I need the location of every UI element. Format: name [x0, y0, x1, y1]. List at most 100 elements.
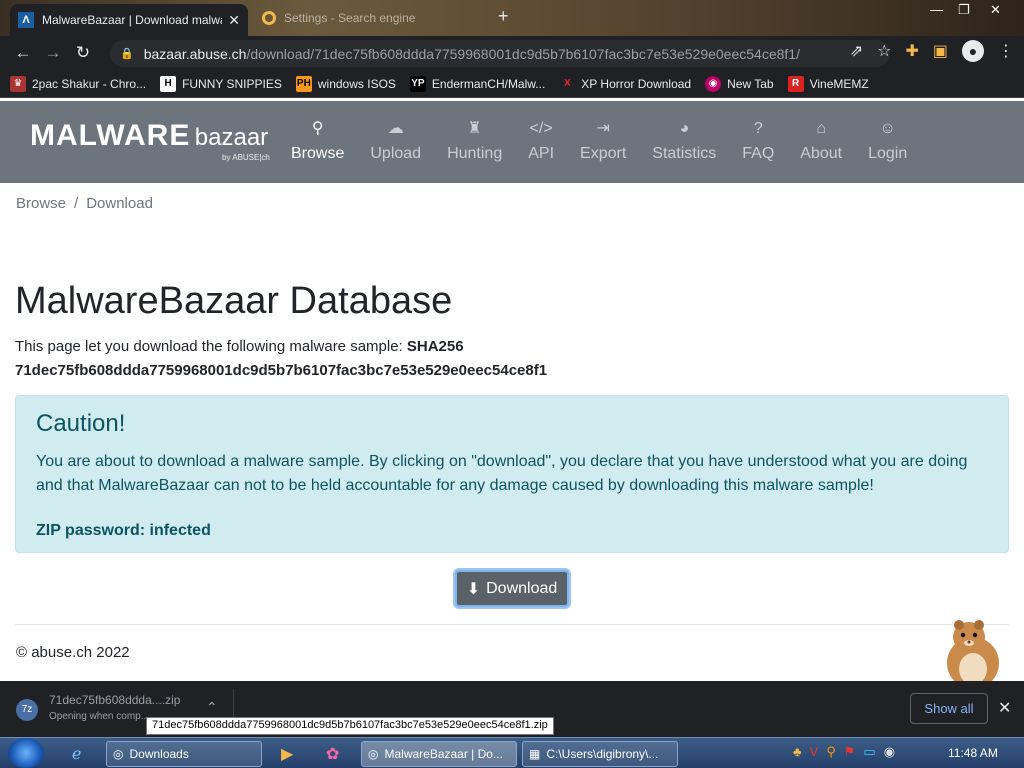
h-logo-icon: H [160, 75, 177, 92]
tray-v-icon[interactable]: V [810, 744, 819, 760]
flag-icon[interactable]: ⚑ [844, 744, 856, 760]
internet-explorer-icon[interactable]: ℯ [72, 744, 81, 764]
tray-app-icon[interactable]: ♣ [793, 744, 802, 760]
breadcrumb-separator: / [74, 195, 79, 212]
nav-label: FAQ [742, 145, 775, 162]
bookmark-label: XP Horror Download [581, 76, 692, 91]
taskbar-malwarebazaar[interactable]: ◎ MalwareBazaar | Do... [361, 741, 517, 767]
x-logo-icon: X [563, 77, 571, 89]
malwarebazaar-logo[interactable]: MALWARE bazaar by ABUSE|ch [30, 119, 270, 162]
site-nav: ⚲ Browse ☁ Upload ♜ Hunting </> API ⇥ Ex… [281, 119, 923, 163]
profile-avatar-icon[interactable]: ● [962, 40, 984, 62]
tab-malwarebazaar[interactable]: Λ MalwareBazaar | Download malware sampl… [10, 4, 248, 36]
nav-login[interactable]: ☺ Login [858, 119, 917, 163]
hunting-icon: ♜ [467, 120, 482, 137]
share-icon[interactable]: ⇗ [850, 41, 863, 61]
nav-label: Export [580, 145, 627, 162]
search-icon: ⚲ [311, 120, 324, 137]
taskbar-label: C:\Users\digibrony\... [546, 747, 659, 761]
bookmark-label: EndermanCH/Malw... [431, 76, 546, 91]
footer-divider [15, 624, 1009, 625]
nav-label: API [528, 145, 555, 162]
taskbar-7zip[interactable]: ▦ C:\Users\digibrony\... [522, 741, 678, 767]
windows-taskbar: ℯ ◎ Downloads ▶ ✿ ◎ MalwareBazaar | Do..… [0, 737, 1024, 768]
intro-text: This page let you download the following… [15, 335, 547, 383]
nav-api[interactable]: </> API [518, 119, 564, 163]
window-close-icon[interactable]: ✕ [990, 2, 1001, 18]
address-bar[interactable]: 🔒 bazaar.abuse.ch /download/71dec75fb608… [110, 40, 890, 67]
hamster-mascot[interactable] [935, 615, 1007, 691]
url-host: bazaar.abuse.ch [143, 45, 247, 62]
question-icon: ? [753, 120, 763, 137]
cloud-upload-icon: ☁ [387, 120, 404, 137]
side-panel-icon[interactable]: ▣ [933, 41, 948, 61]
bookmark-label: windows ISOS [317, 76, 396, 91]
bookmark-windows-isos[interactable]: PH windows ISOS [295, 75, 396, 92]
nav-statistics[interactable]: ◕ Statistics [642, 119, 726, 163]
app-icon[interactable]: ✿ [326, 744, 339, 764]
nav-hunting[interactable]: ♜ Hunting [437, 119, 512, 163]
chevron-up-icon[interactable]: ⌃ [206, 699, 218, 716]
crown-icon: ♛ [10, 75, 26, 92]
extensions-icon[interactable]: ✚ [905, 41, 918, 61]
copyright: © abuse.ch 2022 [16, 644, 130, 661]
url-path: /download/71dec75fb608ddda7759968001dc9d… [246, 45, 800, 62]
tray-search-icon[interactable]: ⚲ [826, 744, 836, 760]
browser-tab-strip: Λ MalwareBazaar | Download malware sampl… [0, 0, 1024, 36]
bookmark-label: 2pac Shakur - Chro... [32, 76, 147, 91]
chrome-icon: ◎ [368, 747, 379, 761]
bookmark-label: New Tab [727, 76, 774, 91]
breadcrumb-browse[interactable]: Browse [16, 195, 66, 212]
zip-password: ZIP password: infected [36, 522, 211, 539]
bookmark-new-tab[interactable]: ◉ New Tab [705, 75, 774, 92]
monitor-icon[interactable]: ▭ [863, 744, 875, 760]
download-filename: 71dec75fb608ddda....zip [49, 693, 181, 707]
breadcrumb-download: Download [86, 195, 153, 212]
restore-icon[interactable]: ❐ [958, 2, 970, 18]
media-player-icon[interactable]: ▶ [281, 744, 293, 764]
nav-label: Hunting [447, 145, 503, 162]
nav-about[interactable]: ⌂ About [790, 119, 852, 163]
nav-label: Upload [370, 145, 422, 162]
menu-icon[interactable]: ⋮ [998, 41, 1014, 61]
taskbar-downloads[interactable]: ◎ Downloads [106, 741, 262, 767]
bookmark-star-icon[interactable]: ☆ [877, 41, 891, 61]
show-all-button[interactable]: Show all [910, 693, 988, 724]
alert-body: You are about to download a malware samp… [36, 453, 968, 494]
new-tab-icon[interactable]: + [498, 6, 509, 27]
bookmark-2pac[interactable]: ♛ 2pac Shakur - Chro... [10, 75, 147, 92]
tab-settings[interactable]: Settings - Search engine [254, 4, 490, 32]
taskbar-label: MalwareBazaar | Do... [384, 747, 503, 761]
screen: Λ MalwareBazaar | Download malware sampl… [0, 0, 1024, 768]
filename-tooltip: 71dec75fb608ddda7759968001dc9d5b7b6107fa… [146, 717, 554, 735]
volume-icon[interactable]: ◉ [884, 744, 895, 760]
globe-icon: ◉ [705, 75, 722, 92]
logo-main-text: MALWARE [30, 119, 191, 152]
minimize-icon[interactable]: — [930, 2, 943, 17]
yp-logo-icon: YP [409, 75, 426, 92]
download-button[interactable]: ⬇ Download [455, 570, 569, 607]
taskbar-label: Downloads [129, 747, 189, 761]
nav-browse[interactable]: ⚲ Browse [281, 119, 354, 163]
bookmark-vinememz[interactable]: R VineMEMZ [787, 75, 869, 92]
back-icon[interactable]: ← [8, 43, 38, 63]
nav-export[interactable]: ⇥ Export [570, 119, 636, 163]
r-logo-icon: R [787, 75, 804, 92]
close-tab-icon[interactable]: ✕ [228, 12, 240, 29]
building-icon: ⌂ [816, 120, 827, 137]
forward-icon[interactable]: → [38, 43, 68, 63]
tab-title: Settings - Search engine [284, 11, 416, 25]
reload-icon[interactable]: ↻ [68, 43, 98, 63]
breadcrumb: Browse / Download [16, 195, 153, 212]
start-button[interactable] [8, 738, 44, 768]
hash-label: SHA256 [406, 338, 464, 355]
bookmark-endermanch[interactable]: YP EndermanCH/Malw... [409, 75, 546, 92]
clock[interactable]: 11:48 AM [948, 746, 998, 760]
caution-alert: Caution! You are about to download a mal… [15, 395, 1009, 553]
settings-favicon-icon [262, 11, 276, 25]
nav-upload[interactable]: ☁ Upload [360, 119, 431, 163]
close-shelf-icon[interactable]: ✕ [998, 698, 1011, 718]
nav-faq[interactable]: ? FAQ [732, 119, 784, 163]
bookmark-xp-horror[interactable]: X XP Horror Download [559, 76, 691, 92]
bookmark-funny-snippies[interactable]: H FUNNY SNIPPIES [160, 75, 282, 92]
